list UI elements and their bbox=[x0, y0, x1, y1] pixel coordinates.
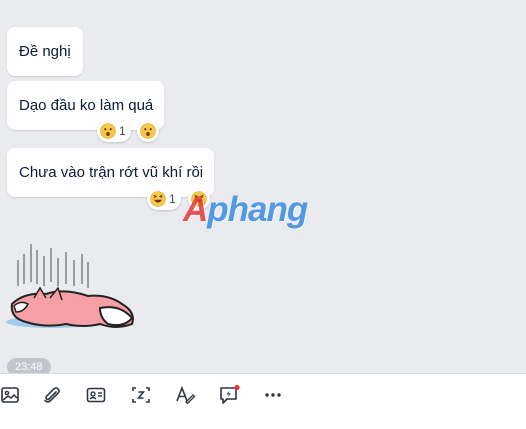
more-icon bbox=[265, 393, 281, 397]
surprised-face-icon bbox=[140, 123, 156, 139]
text-format-icon bbox=[176, 385, 196, 405]
message-text: Dạo đầu ko làm quá bbox=[19, 96, 154, 114]
text-format-button[interactable] bbox=[171, 381, 199, 409]
composer-toolbar bbox=[0, 373, 526, 417]
reaction-count: 1 bbox=[169, 192, 176, 206]
watermark-logo: Aphang bbox=[183, 190, 308, 229]
surprised-face-icon bbox=[100, 123, 116, 139]
screenshot-icon bbox=[132, 387, 150, 403]
fallen-fox-sticker[interactable] bbox=[4, 238, 140, 334]
message-text: Chưa vào trận rớt vũ khí rồi bbox=[19, 163, 204, 181]
send-image-button[interactable] bbox=[0, 381, 24, 409]
screenshot-button[interactable] bbox=[127, 381, 155, 409]
reaction-summary[interactable]: 1 bbox=[97, 120, 131, 142]
add-reaction-button[interactable] bbox=[137, 120, 159, 142]
composer-input-area[interactable] bbox=[0, 416, 526, 429]
quick-message-icon bbox=[220, 384, 240, 404]
message-bubble[interactable]: Đề nghị bbox=[7, 27, 83, 76]
attach-file-button[interactable] bbox=[38, 381, 66, 409]
send-contact-card-button[interactable] bbox=[82, 381, 110, 409]
contact-card-icon bbox=[86, 387, 106, 403]
laughing-face-icon bbox=[150, 191, 166, 207]
reaction-summary[interactable]: 1 bbox=[147, 188, 181, 210]
reaction-count: 1 bbox=[119, 124, 126, 138]
message-text: Đề nghị bbox=[19, 42, 71, 60]
image-icon bbox=[1, 387, 19, 403]
chat-panel: Đề nghị Dạo đầu ko làm quá 1 Chưa vào tr… bbox=[0, 0, 526, 376]
attachment-icon bbox=[44, 387, 60, 403]
more-options-button[interactable] bbox=[259, 381, 287, 409]
quick-message-button[interactable] bbox=[215, 381, 243, 409]
